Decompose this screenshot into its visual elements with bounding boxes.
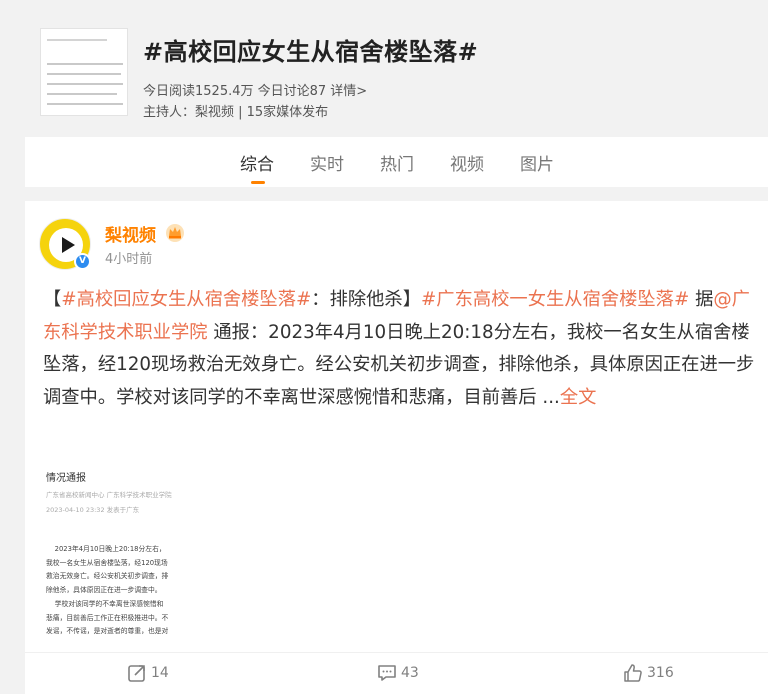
image-notice-source: 广东省高校新闻中心 广东科学技术职业学院 [46, 491, 172, 499]
tab-hot[interactable]: 热门 [380, 150, 414, 175]
topic-stats[interactable]: 今日阅读1525.4万 今日讨论87 详情> [143, 80, 367, 99]
comment-icon [378, 665, 396, 681]
crown-icon [166, 224, 184, 242]
author-name[interactable]: 梨视频 [105, 221, 156, 246]
tab-comprehensive[interactable]: 综合 [240, 150, 274, 175]
active-tab-indicator [251, 181, 265, 184]
tab-pictures[interactable]: 图片 [520, 150, 554, 175]
image-notice-date: 2023-04-10 23:32 发表于广东 [46, 506, 140, 514]
post-time[interactable]: 4小时前 [105, 248, 152, 267]
action-bar: 14 43 316 [25, 652, 768, 694]
expand-full-text-link[interactable]: 全文 [560, 387, 597, 408]
forward-icon [128, 665, 145, 682]
post-image[interactable]: 情况通报 广东省高校新闻中心 广东科学技术职业学院 2023-04-10 23:… [41, 457, 224, 650]
play-icon [62, 237, 75, 253]
post-text: 【#高校回应女生从宿舍楼坠落#：排除他杀】#广东高校一女生从宿舍楼坠落# 据@广… [43, 289, 755, 408]
hashtag-link[interactable]: #广东高校一女生从宿舍楼坠落# [421, 289, 689, 310]
topic-title: #高校回应女生从宿舍楼坠落# [143, 38, 479, 66]
tab-realtime[interactable]: 实时 [310, 150, 344, 175]
image-notice-title: 情况通报 [46, 473, 86, 484]
topic-header: #高校回应女生从宿舍楼坠落# 今日阅读1525.4万 今日讨论87 详情> 主持… [0, 0, 768, 135]
hashtag-link[interactable]: #高校回应女生从宿舍楼坠落# [61, 289, 311, 310]
like-count: 316 [647, 665, 674, 681]
verified-icon: V [74, 253, 91, 270]
tab-bar: 综合 实时 热门 视频 图片 [25, 137, 768, 187]
post-card: V 梨视频 4小时前 【#高校回应女生从宿舍楼坠落#：排除他杀】#广东高校一女生… [25, 201, 768, 694]
comment-count: 43 [401, 665, 419, 681]
like-icon [624, 664, 642, 682]
topic-thumbnail[interactable] [40, 28, 128, 116]
tab-video[interactable]: 视频 [450, 150, 484, 175]
image-notice-body: 2023年4月10日晚上20:18分左右， 我校一名女生从宿舍楼坠落，经120现… [46, 545, 169, 636]
topic-host: 主持人：梨视频 | 15家媒体发布 [143, 105, 329, 120]
forward-count: 14 [151, 665, 169, 681]
